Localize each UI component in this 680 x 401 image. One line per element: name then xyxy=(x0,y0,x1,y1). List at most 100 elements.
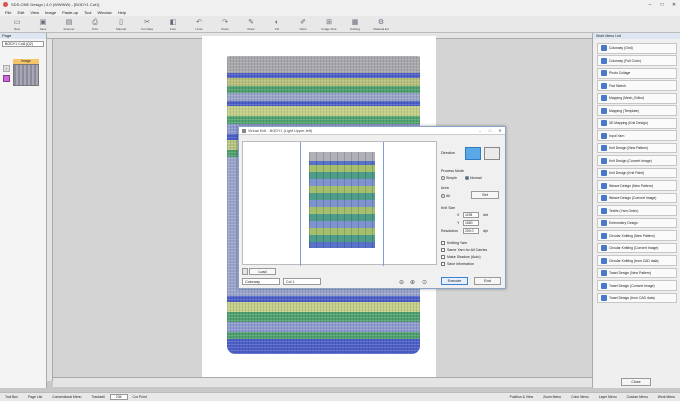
resolution-input[interactable]: 200.0 xyxy=(463,228,479,234)
work-menu-item[interactable]: Knit Design (Knit Paint) xyxy=(597,167,677,179)
area-all-radio[interactable]: All xyxy=(441,194,450,199)
position-view-tab[interactable]: Position & View xyxy=(505,395,539,399)
make-shadow-checkbox[interactable]: Make Shadow (Auto) xyxy=(441,255,481,260)
menu-help[interactable]: Help xyxy=(115,10,129,15)
x-size-input[interactable]: 1198 xyxy=(463,212,479,218)
work-menu-item[interactable]: Weave Design (New Pattern) xyxy=(597,180,677,191)
redo-button[interactable]: ↷ Redo xyxy=(212,19,238,32)
scanner-button[interactable]: ▤ Scanner xyxy=(56,19,82,32)
zoom-in-icon[interactable]: ⊕ xyxy=(410,279,415,286)
load-icon[interactable] xyxy=(242,268,248,275)
direction-upper-right-button[interactable] xyxy=(484,147,500,160)
ruler-bottom xyxy=(53,377,592,387)
minimize-icon[interactable]: – xyxy=(644,2,656,8)
fit-view-icon[interactable]: ⊙ xyxy=(422,279,427,286)
menu-view[interactable]: View xyxy=(27,10,42,15)
area-set-button[interactable]: Set xyxy=(471,191,499,199)
circular-knitting-icon xyxy=(601,245,607,252)
paint-button[interactable]: ✐ Paint xyxy=(290,19,316,32)
work-menu-close-button[interactable]: Close xyxy=(621,378,651,386)
work-menu-item[interactable]: Weave Design (Convert Image) xyxy=(597,192,677,204)
layer-visibility-icon[interactable] xyxy=(3,75,10,82)
color-menu-tab[interactable]: Color Menu xyxy=(566,395,594,399)
work-menu-item[interactable]: Input Yarn xyxy=(597,130,677,141)
knit-preview[interactable] xyxy=(242,141,437,266)
mode-normal-radio[interactable]: Normal xyxy=(465,176,482,181)
work-menu-item[interactable]: 3D Mapping (Knit Design) xyxy=(597,117,677,129)
direction-upper-left-button[interactable] xyxy=(465,147,481,160)
work-menu-tab[interactable]: Work Menu xyxy=(653,395,680,399)
menu-edit[interactable]: Edit xyxy=(14,10,27,15)
work-menu-item[interactable]: Circular Knitting (New Pattern) xyxy=(597,230,677,241)
tracksell-tab[interactable]: Tracksell xyxy=(86,395,109,399)
new-button[interactable]: ▭ New xyxy=(4,19,30,32)
virtual-knit-dialog: Virtual Knit - BODY1 (Light Upper-left) … xyxy=(238,126,506,289)
same-yarn-checkbox[interactable]: Same Yarn for All Carries xyxy=(441,248,487,253)
close-icon[interactable]: ✕ xyxy=(668,2,680,8)
col-select[interactable]: Col 1 xyxy=(283,278,321,285)
undo-button[interactable]: ↶ Undo xyxy=(186,19,212,32)
print-icon: ⎙ xyxy=(92,19,98,26)
knitting-yarn-checkbox[interactable]: Knitting Yarn xyxy=(441,241,467,246)
print-button[interactable]: ⎙ Print xyxy=(82,19,108,32)
knitting-button[interactable]: ▦ Knitting xyxy=(342,19,368,32)
towel-design-icon xyxy=(601,270,607,277)
work-menu-item[interactable]: Towel Design (New Pattern) xyxy=(597,267,677,279)
work-menu-item[interactable]: Circular Knitting (from CAD data) xyxy=(597,255,677,266)
dialog-maximize-icon[interactable]: □ xyxy=(485,129,495,133)
zoom-out-icon[interactable]: ⊖ xyxy=(399,279,404,286)
execute-button[interactable]: Execute xyxy=(441,277,468,285)
maximize-icon[interactable]: □ xyxy=(656,2,668,8)
mode-simple-radio[interactable]: Simple xyxy=(441,176,457,181)
menu-window[interactable]: Window xyxy=(94,10,114,15)
document-selector[interactable]: BODY1 Cut1(Q2) xyxy=(2,41,44,47)
work-menu-item[interactable]: Colorway (Full Color) xyxy=(597,55,677,67)
material-editor-button[interactable]: ⚙ Material Ed xyxy=(368,19,394,32)
conventional-menu-tab[interactable]: Conventional Menu xyxy=(47,395,86,399)
layer-thumbnail[interactable] xyxy=(13,64,39,86)
work-menu-item[interactable]: Photo Collage xyxy=(597,67,677,79)
custom-menu-tab[interactable]: Custom Menu xyxy=(622,395,653,399)
page-list-tab[interactable]: Page List xyxy=(23,395,47,399)
zoom-menu-tab[interactable]: Zoom Menu xyxy=(538,395,566,399)
save-info-checkbox[interactable]: Save information xyxy=(441,262,474,267)
dialog-minimize-icon[interactable]: – xyxy=(475,129,485,133)
save-button[interactable]: ▣ Save xyxy=(30,19,56,32)
work-menu-item[interactable]: Colorway (Grid) xyxy=(597,43,677,54)
towel-design-icon xyxy=(601,282,607,289)
work-menu-item[interactable]: Circular Knitting (Convert Image) xyxy=(597,242,677,254)
image-size-button[interactable]: ⊞ Image Size xyxy=(316,19,342,32)
draw-button[interactable]: ✎ Draw xyxy=(238,19,264,32)
cut-data-button[interactable]: ✂ Cut Data xyxy=(134,19,160,32)
yarn-icon xyxy=(601,132,607,139)
lock-icon[interactable]: ▫ xyxy=(3,65,10,72)
weave-design-icon xyxy=(601,182,607,189)
work-menu-item[interactable]: Mapping (Template) xyxy=(597,105,677,117)
checkbox-icon xyxy=(441,255,445,260)
cur-point-tab[interactable]: Cur Point xyxy=(128,395,152,399)
menu-image[interactable]: Image xyxy=(42,10,59,15)
work-menu-item[interactable]: Mapping (Mesh_Editor) xyxy=(597,92,677,104)
colorway-select[interactable]: Colorway xyxy=(242,278,280,285)
menu-paste-up[interactable]: Paste-up xyxy=(59,10,81,15)
work-menu-item[interactable]: Embroidery Design xyxy=(597,217,677,229)
fill-button[interactable]: ◐ Fill xyxy=(264,19,290,32)
y-size-input[interactable]: 1650 xyxy=(463,220,479,226)
image-size-icon: ⊞ xyxy=(326,19,332,26)
layer-menu-tab[interactable]: Layer Menu xyxy=(594,395,622,399)
manual-button[interactable]: ▯ Manual xyxy=(108,19,134,32)
fore-button[interactable]: ◧ Fore xyxy=(160,19,186,32)
work-menu-item[interactable]: Flat Sketch xyxy=(597,80,677,92)
dialog-title: Virtual Knit - BODY1 (Light Upper-left) xyxy=(248,128,313,133)
load-button[interactable]: Load xyxy=(249,268,276,275)
work-menu-item[interactable]: Knit Design (Convert Image) xyxy=(597,155,677,166)
dialog-close-icon[interactable]: ✕ xyxy=(495,128,505,133)
work-menu-item[interactable]: Textile (Yarn Order) xyxy=(597,205,677,216)
work-menu-item[interactable]: Towel Design (Convert Image) xyxy=(597,280,677,291)
menu-tool[interactable]: Tool xyxy=(81,10,94,15)
tool-box-tab[interactable]: Tool Box xyxy=(0,395,23,399)
menu-file[interactable]: File xyxy=(2,10,14,15)
work-menu-item[interactable]: Towel Design (from CAD data) xyxy=(597,292,677,304)
end-button[interactable]: End xyxy=(474,277,501,285)
work-menu-item[interactable]: Knit Design (New Pattern) xyxy=(597,142,677,154)
